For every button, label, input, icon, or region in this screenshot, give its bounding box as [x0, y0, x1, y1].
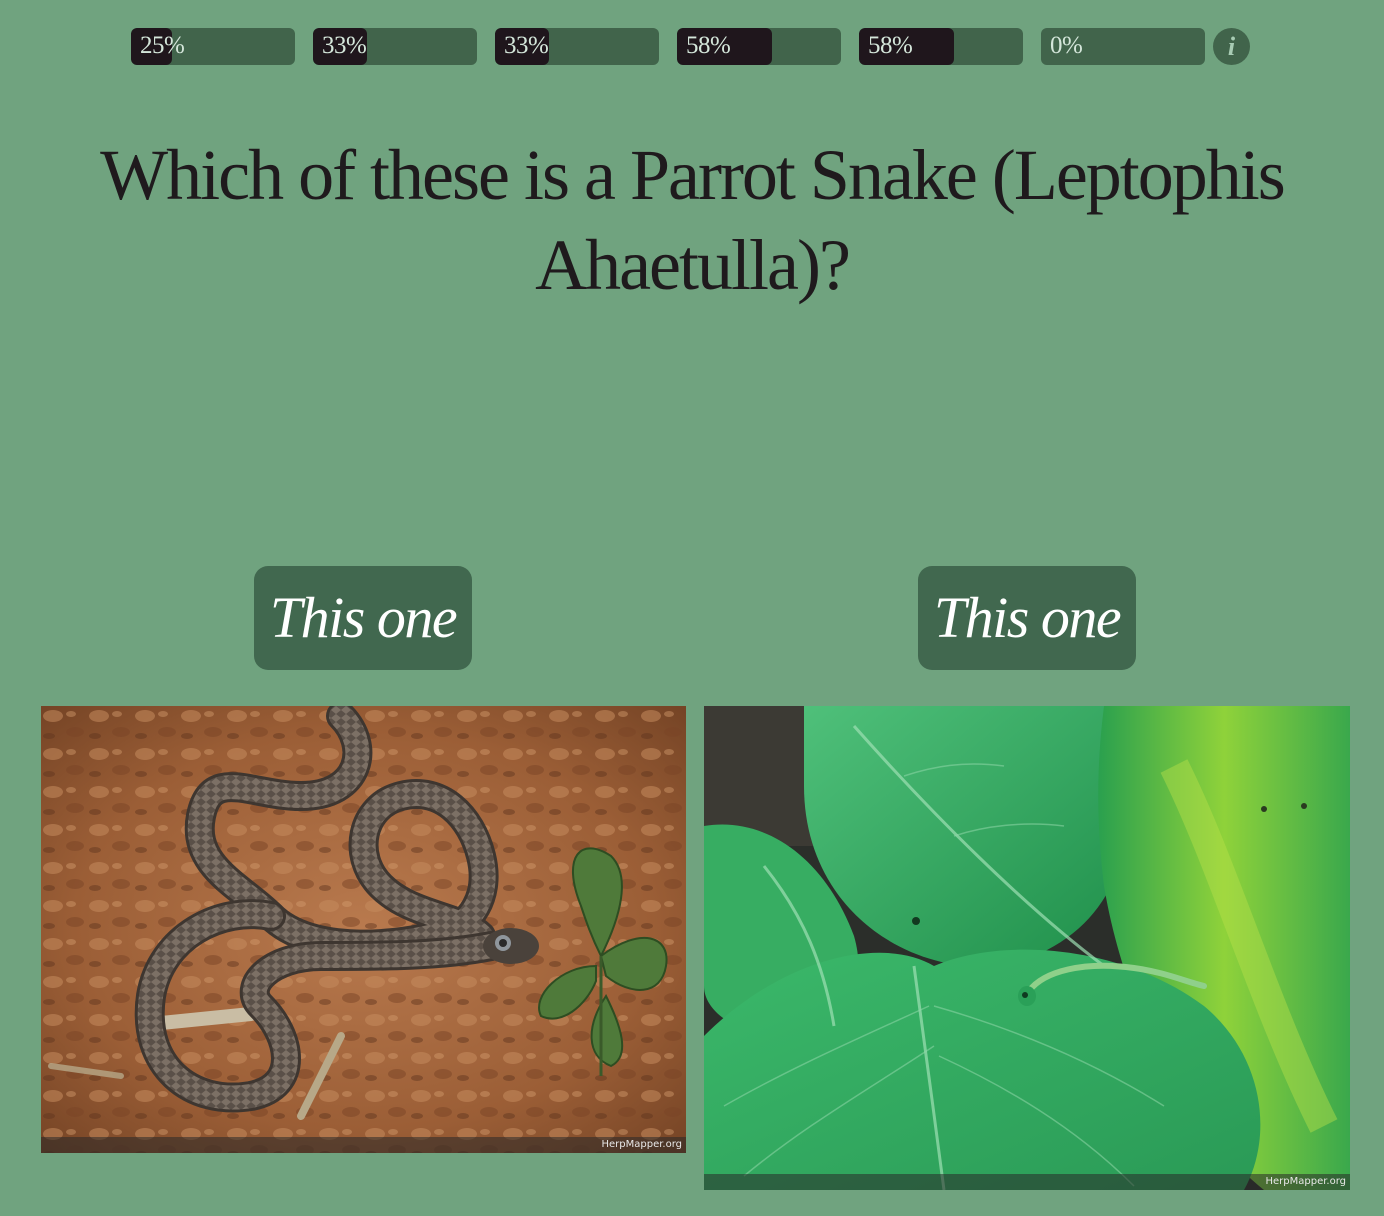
- snake-photo-right[interactable]: HerpMapper.org: [704, 706, 1350, 1190]
- progress-label: 0%: [1050, 32, 1083, 59]
- progress-label: 58%: [686, 32, 731, 59]
- credit-strip: [41, 1137, 686, 1153]
- question-line-1: Which of these is a Parrot Snake (Leptop…: [100, 135, 1286, 215]
- snake-photo-left[interactable]: HerpMapper.org: [41, 706, 686, 1153]
- question-title: Which of these is a Parrot Snake (Leptop…: [40, 130, 1344, 310]
- photo-credit: HerpMapper.org: [601, 1139, 682, 1150]
- snake-on-leaves-image: [704, 706, 1350, 1190]
- progress-label: 25%: [140, 32, 185, 59]
- snake-on-dirt-image: [41, 706, 686, 1153]
- photo-credit: HerpMapper.org: [1265, 1176, 1346, 1187]
- choice-button-left[interactable]: This one: [254, 566, 472, 670]
- progress-label: 33%: [322, 32, 367, 59]
- progress-bar-1: 25%: [131, 28, 295, 65]
- info-icon[interactable]: i: [1213, 28, 1250, 65]
- progress-bar-4: 58%: [677, 28, 841, 65]
- progress-bar-2: 33%: [313, 28, 477, 65]
- progress-row: 25% 33% 33% 58% 58% 0% i: [131, 28, 1251, 65]
- progress-bar-5: 58%: [859, 28, 1023, 65]
- choice-button-right[interactable]: This one: [918, 566, 1136, 670]
- progress-bar-3: 33%: [495, 28, 659, 65]
- credit-strip: [704, 1174, 1350, 1190]
- progress-label: 58%: [868, 32, 913, 59]
- progress-label: 33%: [504, 32, 549, 59]
- question-line-2: Ahaetulla)?: [535, 225, 851, 305]
- progress-bar-6: 0%: [1041, 28, 1205, 65]
